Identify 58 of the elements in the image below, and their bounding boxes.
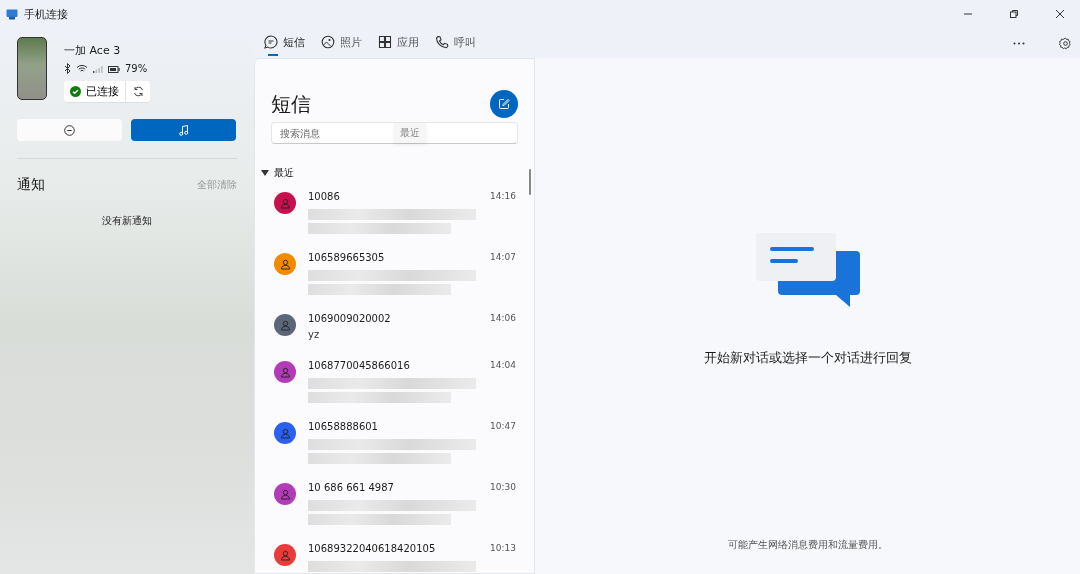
connected-status-button[interactable]: 已连接 bbox=[64, 81, 126, 102]
person-icon bbox=[279, 549, 291, 561]
wifi-icon bbox=[76, 64, 88, 73]
signal-icon bbox=[93, 64, 103, 73]
audio-button[interactable] bbox=[131, 119, 236, 141]
music-note-icon bbox=[178, 124, 189, 136]
bluetooth-icon bbox=[64, 63, 71, 74]
app-logo-icon bbox=[6, 8, 18, 20]
restore-icon bbox=[1009, 9, 1019, 19]
nav-tab[interactable]: 应用 bbox=[378, 30, 419, 56]
empty-notifications-text: 没有新通知 bbox=[101, 214, 153, 228]
minus-circle-icon bbox=[64, 124, 75, 136]
compose-button[interactable] bbox=[490, 90, 518, 118]
person-icon bbox=[279, 366, 291, 378]
photo-icon bbox=[321, 35, 335, 49]
apps-icon bbox=[378, 35, 392, 49]
battery-level: 79% bbox=[125, 63, 148, 74]
charges-notice: 可能产生网络消息费用和流量费用。 bbox=[727, 538, 888, 552]
triangle-icon bbox=[261, 170, 269, 176]
notifications-heading: 通知 bbox=[17, 176, 45, 194]
contact-number: 106589665305 bbox=[308, 251, 386, 264]
message-time: 10:30 bbox=[489, 481, 516, 494]
window-title: 手机连接 bbox=[24, 6, 69, 22]
compose-icon bbox=[498, 98, 510, 110]
contact-number: 10689322040618420105 bbox=[308, 542, 437, 555]
check-icon bbox=[70, 86, 81, 97]
message-time: 14:06 bbox=[489, 312, 516, 325]
message-time: 10:13 bbox=[489, 542, 516, 555]
contact-number: 10 686 661 4987 bbox=[308, 481, 395, 494]
phone-thumbnail bbox=[17, 37, 47, 100]
message-time: 14:16 bbox=[489, 190, 516, 203]
scrollbar[interactable] bbox=[529, 169, 531, 195]
message-preview: yz bbox=[308, 328, 321, 342]
message-time: 14:04 bbox=[489, 359, 516, 372]
close-icon bbox=[1055, 9, 1065, 19]
phone-icon bbox=[435, 35, 449, 49]
nav-tab[interactable]: 呼叫 bbox=[435, 30, 476, 56]
sync-button[interactable] bbox=[126, 81, 150, 102]
person-icon bbox=[279, 427, 291, 439]
person-icon bbox=[279, 258, 291, 270]
battery-icon bbox=[108, 64, 120, 73]
contact-number: 10086 bbox=[308, 190, 341, 203]
chat-icon bbox=[264, 35, 278, 49]
contact-number: 10658888601 bbox=[308, 420, 379, 433]
tooltip: 最近 bbox=[394, 123, 426, 143]
message-time: 14:07 bbox=[489, 251, 516, 264]
person-icon bbox=[279, 197, 291, 209]
nav-tab[interactable]: 照片 bbox=[321, 30, 362, 56]
messages-heading: 短信 bbox=[271, 90, 311, 118]
contact-number: 1068770045866016 bbox=[308, 359, 411, 372]
device-name: 一加 Ace 3 bbox=[64, 43, 122, 58]
person-icon bbox=[279, 319, 291, 331]
message-time: 10:47 bbox=[489, 420, 516, 433]
empty-state-message: 开始新对话或选择一个对话进行回复 bbox=[703, 349, 912, 367]
sync-icon bbox=[132, 86, 144, 97]
contact-number: 1069009020002 bbox=[308, 312, 392, 325]
person-icon bbox=[279, 488, 291, 500]
recent-section-header[interactable]: 最近 bbox=[261, 166, 294, 180]
